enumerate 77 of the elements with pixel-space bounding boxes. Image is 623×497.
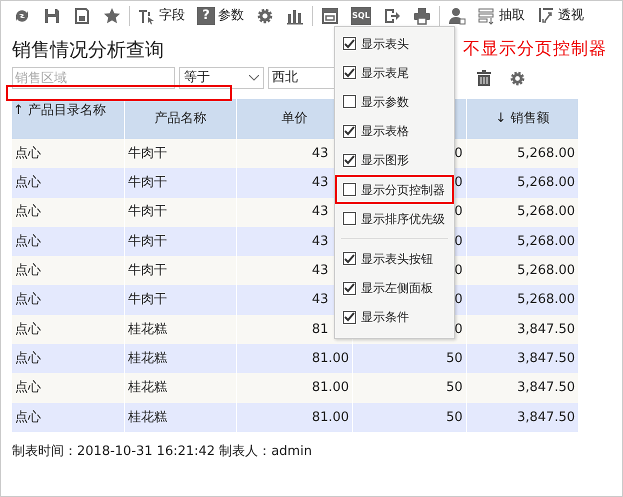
field-input[interactable]: 销售区域 xyxy=(12,67,175,89)
table-cell: 5,268.00 xyxy=(466,139,579,168)
sql-icon: SQL xyxy=(351,7,371,25)
table-cell: 5,268.00 xyxy=(466,256,579,286)
checkbox[interactable] xyxy=(343,252,356,266)
table-cell: 桂花糕 xyxy=(124,344,237,374)
column-header[interactable]: ↓ 销售额 xyxy=(466,99,579,139)
menu-item[interactable]: 显示分页控制器 xyxy=(335,174,454,204)
table-cell: 50 xyxy=(353,373,467,403)
table-cell: 牛肉干 xyxy=(124,226,237,256)
table-cell: 50 xyxy=(353,402,467,432)
menu-item[interactable]: 显示表尾 xyxy=(335,58,454,88)
table-cell: 点心 xyxy=(12,285,125,315)
checkbox[interactable] xyxy=(343,212,356,226)
checkbox[interactable] xyxy=(343,95,356,108)
bar-chart-icon xyxy=(286,7,304,25)
user-icon xyxy=(448,7,466,25)
table-cell: 桂花糕 xyxy=(124,314,237,344)
table-cell: 3,847.50 xyxy=(466,344,579,374)
checkbox[interactable] xyxy=(343,183,356,196)
gear-icon xyxy=(256,7,274,25)
pivot-icon xyxy=(537,7,555,25)
extract-button[interactable]: 抽取 xyxy=(472,3,531,29)
table-cell: 5,268.00 xyxy=(466,168,579,198)
save-as-icon xyxy=(73,7,91,25)
checkbox[interactable] xyxy=(343,154,356,167)
checkbox[interactable] xyxy=(343,310,356,324)
table-cell: 桂花糕 xyxy=(124,373,237,403)
table-cell: 点心 xyxy=(12,198,125,227)
menu-item[interactable]: 显示表头 xyxy=(335,29,454,58)
help-icon: ? xyxy=(197,7,215,25)
checkbox[interactable] xyxy=(343,124,356,138)
table-cell: 点心 xyxy=(12,344,125,374)
table-cell: 点心 xyxy=(12,168,125,198)
table-cell: 3,847.50 xyxy=(466,373,579,403)
parameters-button[interactable]: ? 参数 xyxy=(191,3,250,29)
table-cell: 点心 xyxy=(12,402,125,432)
fields-button[interactable]: 字段 xyxy=(132,3,191,29)
table-cell: 牛肉干 xyxy=(124,285,237,315)
table-cell: 81.00 xyxy=(236,344,354,374)
fields-icon xyxy=(138,7,156,25)
checkbox[interactable] xyxy=(343,37,356,50)
column-header[interactable]: ↑ 产品目录名称 xyxy=(12,99,125,139)
table-cell: 牛肉干 xyxy=(124,139,237,168)
caret-icon xyxy=(249,75,259,81)
layout-icon xyxy=(321,7,339,25)
table-cell: 点心 xyxy=(12,256,125,286)
table-cell: 5,268.00 xyxy=(466,226,579,256)
table-cell: 点心 xyxy=(12,139,125,168)
table-cell: 81.00 xyxy=(236,402,354,432)
table-cell: 3,847.50 xyxy=(466,402,579,432)
pivot-button[interactable]: 透视 xyxy=(531,3,590,29)
table-cell: 5,268.00 xyxy=(466,285,579,315)
report-footer: 制表时间：2018-10-31 16:21:42 制表人：admin xyxy=(12,442,622,462)
table-cell: 点心 xyxy=(12,373,125,403)
table-cell: 点心 xyxy=(12,226,125,256)
export-icon xyxy=(383,7,401,25)
star-icon xyxy=(103,7,121,25)
page-title: 销售情况分析查询 xyxy=(12,38,165,63)
table-cell: 牛肉干 xyxy=(124,168,237,198)
operator-select[interactable]: 等于 xyxy=(179,67,264,89)
annotation-text: 不显示分页控制器 xyxy=(463,38,607,61)
table-cell: 81.00 xyxy=(236,373,354,403)
table-cell: 点心 xyxy=(12,314,125,344)
table-cell: 3,847.50 xyxy=(466,314,579,344)
sql-button[interactable]: SQL xyxy=(345,3,377,29)
table-cell: 桂花糕 xyxy=(124,402,237,432)
table-cell: 牛肉干 xyxy=(124,198,237,227)
table-cell: 5,268.00 xyxy=(466,198,579,227)
table-cell: 牛肉干 xyxy=(124,256,237,286)
settings-icon[interactable] xyxy=(509,70,526,86)
checkbox[interactable] xyxy=(343,282,356,295)
checkbox[interactable] xyxy=(343,66,356,80)
delete-icon[interactable] xyxy=(477,70,491,86)
table-cell: 50 xyxy=(353,344,467,374)
list-arrow-icon xyxy=(478,7,496,25)
column-header[interactable]: 产品名称 xyxy=(124,99,237,139)
